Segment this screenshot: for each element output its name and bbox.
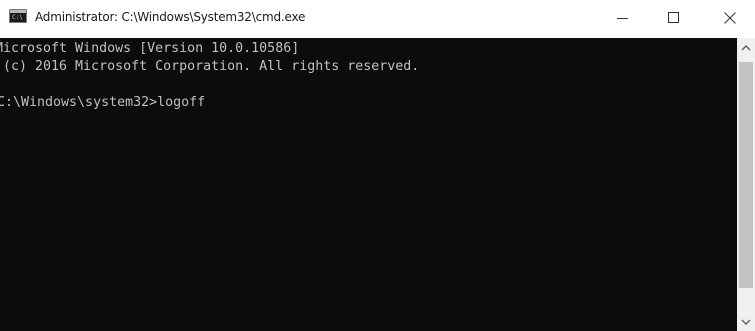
title-bar[interactable]: C:\ Administrator: C:\Windows\System32\c… [0,0,755,38]
maximize-button[interactable] [651,0,697,36]
window-title: Administrator: C:\Windows\System32\cmd.e… [35,10,306,24]
console-line-copyright: (c) 2016 Microsoft Corporation. All righ… [3,59,420,74]
console-line-command: C:\Windows\system32>logoff [0,95,206,110]
vertical-scrollbar[interactable] [737,38,755,331]
close-icon [724,12,736,24]
close-button[interactable] [707,0,753,36]
minimize-icon [617,18,628,19]
scroll-up-icon[interactable] [741,44,751,52]
scroll-down-icon[interactable] [741,318,751,326]
cmd-window: C:\ Administrator: C:\Windows\System32\c… [0,0,755,331]
console-line-version: Microsoft Windows [Version 10.0.10586] [0,41,300,56]
minimize-button[interactable] [600,0,646,36]
cmd-icon[interactable]: C:\ [9,9,27,23]
cmd-icon-prompt: C:\ [12,14,23,21]
cmd-icon-bar [10,10,26,13]
console-output[interactable]: Microsoft Windows [Version 10.0.10586] (… [0,38,737,331]
maximize-icon [668,12,679,23]
scroll-thumb[interactable] [739,62,753,288]
